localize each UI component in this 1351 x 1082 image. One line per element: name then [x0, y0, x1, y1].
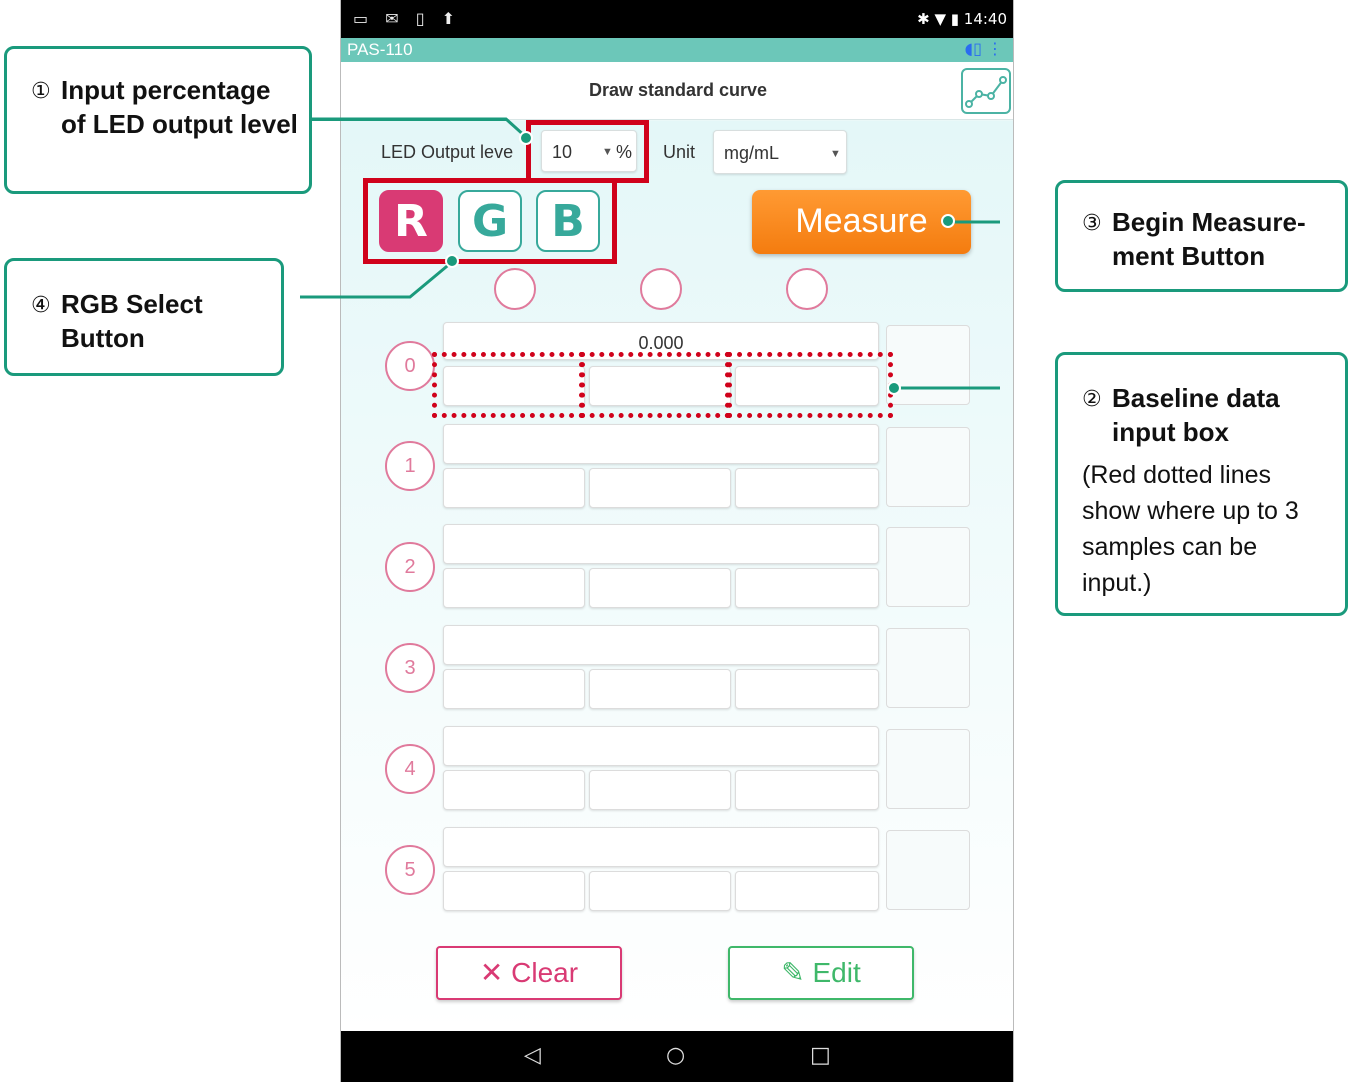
sample-input-3[interactable]: [735, 669, 879, 709]
row-average-value[interactable]: [443, 827, 879, 867]
concentration-input[interactable]: [886, 729, 970, 809]
sample-input-2[interactable]: [589, 669, 731, 709]
clear-button[interactable]: ✕ Clear: [436, 946, 622, 1000]
row-average-value[interactable]: [443, 524, 879, 564]
clear-label: Clear: [511, 957, 579, 988]
sample-input-3[interactable]: [735, 871, 879, 911]
app-bar: PAS-110 ◖▯ ⋮: [341, 38, 1013, 62]
back-icon[interactable]: ◁: [524, 1043, 541, 1068]
navigation-bar: ◁ ○ □: [341, 1031, 1013, 1082]
screen-title: Draw standard curve: [588, 80, 768, 100]
row-number: 3: [385, 643, 435, 693]
sample-input-2[interactable]: [589, 568, 731, 608]
close-icon: ✕: [479, 957, 504, 988]
row-average-value[interactable]: [443, 625, 879, 665]
row-average-value[interactable]: [443, 424, 879, 464]
callout-title: RGB Select Button: [61, 289, 203, 353]
row-number: 2: [385, 542, 435, 592]
home-icon[interactable]: ○: [666, 1043, 685, 1068]
callout-marker: [941, 214, 955, 228]
callout-title: Baseline data input box: [1112, 383, 1280, 447]
row-number: 5: [385, 845, 435, 895]
sample-input-3[interactable]: [735, 568, 879, 608]
sample-input-1[interactable]: [443, 770, 585, 810]
callout-measure: ③ Begin Measure-ment Button: [1055, 180, 1348, 292]
status-bar: ▭ ✉ ▯ ⬆ ✱ ▼ ▮ 14:40: [341, 0, 1013, 38]
callout-description: (Red dotted lines show where up to 3 sam…: [1082, 461, 1299, 597]
callout-number: ③: [1082, 211, 1102, 236]
sample-input-2[interactable]: [589, 871, 731, 911]
callout-title: Input percentage of LED output level: [61, 75, 298, 139]
callout-baseline: ② Baseline data input box (Red dotted li…: [1055, 352, 1348, 616]
sample-input-2[interactable]: [589, 770, 731, 810]
sample-input-1[interactable]: [443, 669, 585, 709]
callout-marker: [519, 131, 533, 145]
callout-title: Begin Measure-ment Button: [1112, 207, 1306, 271]
sample-input-3[interactable]: [735, 468, 879, 508]
callout-number: ①: [31, 79, 51, 104]
edit-label: Edit: [812, 957, 861, 988]
callout-marker: [445, 254, 459, 268]
device-status-icon[interactable]: ◖▯ ⋮: [965, 39, 1003, 58]
sample-input-2[interactable]: [589, 468, 731, 508]
sample-input-1[interactable]: [443, 468, 585, 508]
pencil-icon: ✎: [781, 957, 805, 988]
edit-button[interactable]: ✎ Edit: [728, 946, 914, 1000]
callout-number: ④: [31, 293, 51, 318]
concentration-input[interactable]: [886, 427, 970, 507]
callout-rgb-select: ④ RGB Select Button: [4, 258, 284, 376]
concentration-input[interactable]: [886, 628, 970, 708]
callout-number: ②: [1082, 387, 1102, 412]
row-average-value[interactable]: [443, 726, 879, 766]
row-number: 4: [385, 744, 435, 794]
app-title: PAS-110: [347, 40, 413, 59]
recent-apps-icon[interactable]: □: [810, 1043, 831, 1068]
concentration-input[interactable]: [886, 527, 970, 607]
row-number: 1: [385, 441, 435, 491]
notification-icons: ▭ ✉ ▯ ⬆: [353, 9, 461, 28]
status-right: ✱ ▼ ▮ 14:40: [917, 10, 1007, 28]
concentration-input[interactable]: [886, 830, 970, 910]
sample-input-1[interactable]: [443, 871, 585, 911]
callout-led-output: ① Input percentage of LED output level: [4, 46, 312, 194]
callout-marker: [887, 381, 901, 395]
connector-lines: [300, 117, 1000, 390]
sample-input-3[interactable]: [735, 770, 879, 810]
sample-input-1[interactable]: [443, 568, 585, 608]
